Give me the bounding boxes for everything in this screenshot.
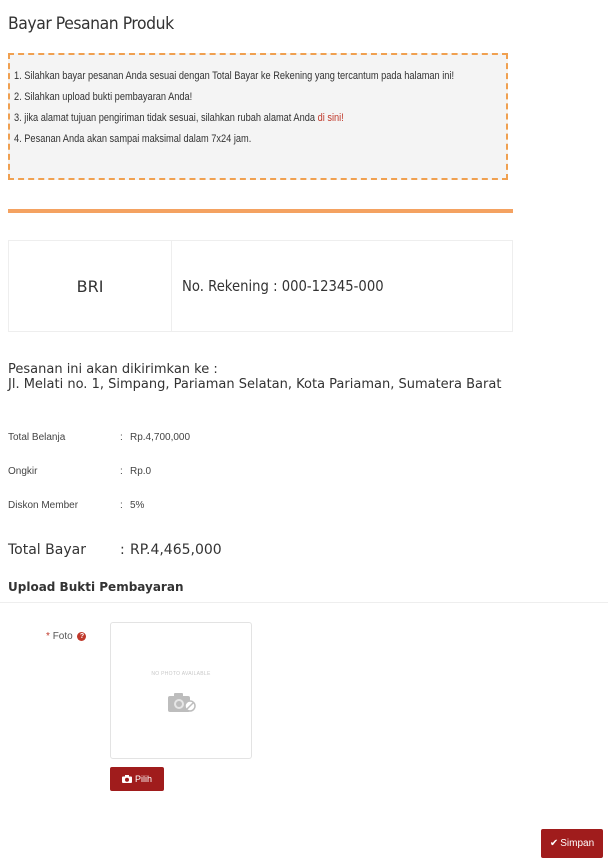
simpan-button[interactable]: ✔ Simpan [541, 829, 603, 858]
shipping-address: Jl. Melati no. 1, Simpang, Pariaman Sela… [8, 377, 502, 392]
summary-value: 5% [130, 500, 145, 511]
instruction-2: 2. Silahkan upload bukti pembayaran Anda… [14, 91, 193, 103]
instruction-1: 1. Silahkan bayar pesanan Anda sesuai de… [14, 70, 455, 82]
camera-icon [168, 693, 196, 712]
summary-label: Total Belanja [8, 432, 66, 443]
orange-divider [8, 209, 513, 213]
summary-row-ongkir: Ongkir: Rp.0 [8, 466, 151, 477]
required-mark: * [46, 631, 50, 642]
bank-name: BRI [9, 241, 172, 331]
summary-separator: : [120, 432, 123, 443]
foto-field-label: * Foto ? [46, 631, 87, 642]
summary-row-total-belanja: Total Belanja: Rp.4,700,000 [8, 432, 190, 443]
summary-separator: : [120, 466, 123, 477]
instructions-box: 1. Silahkan bayar pesanan Anda sesuai de… [8, 53, 508, 180]
total-separator: : [120, 542, 125, 558]
section-divider [0, 602, 608, 603]
upload-section-title: Upload Bukti Pembayaran [8, 580, 184, 594]
bank-account-number: No. Rekening : 000-12345-000 [172, 241, 512, 331]
shipping-label: Pesanan ini akan dikirimkan ke : [8, 362, 218, 377]
summary-value: Rp.0 [130, 466, 152, 477]
photo-preview: NO PHOTO AVAILABLE [110, 622, 252, 759]
summary-label: Ongkir [8, 466, 38, 477]
instruction-4: 4. Pesanan Anda akan sampai maksimal dal… [14, 133, 252, 145]
summary-row-diskon-member: Diskon Member:5% [8, 500, 144, 511]
total-label: Total Bayar [8, 542, 86, 558]
summary-separator: : [120, 500, 123, 511]
foto-label-text: Foto [52, 631, 73, 642]
instruction-3: 3. jika alamat tujuan pengiriman tidak s… [14, 108, 424, 129]
total-value: RP.4,465,000 [130, 542, 222, 558]
change-address-link[interactable]: di sini! [318, 112, 344, 124]
question-circle-icon[interactable]: ? [77, 631, 87, 641]
page-title: Bayar Pesanan Produk [8, 14, 174, 34]
summary-value: Rp.4,700,000 [130, 432, 191, 443]
bank-account-box: BRI No. Rekening : 000-12345-000 [8, 240, 513, 332]
bank-account-text: No. Rekening : 000-12345-000 [182, 277, 384, 295]
simpan-label: Simpan [560, 838, 595, 849]
check-icon: ✔ [549, 838, 559, 849]
camera-icon [121, 775, 132, 783]
no-photo-text: NO PHOTO AVAILABLE [151, 671, 211, 677]
pilih-label: Pilih [134, 774, 152, 784]
total-bayar-row: Total Bayar: RP.4,465,000 [8, 542, 222, 558]
pilih-button[interactable]: Pilih [110, 767, 164, 791]
instruction-3-text: 3. jika alamat tujuan pengiriman tidak s… [14, 112, 318, 124]
summary-label: Diskon Member [8, 500, 79, 511]
